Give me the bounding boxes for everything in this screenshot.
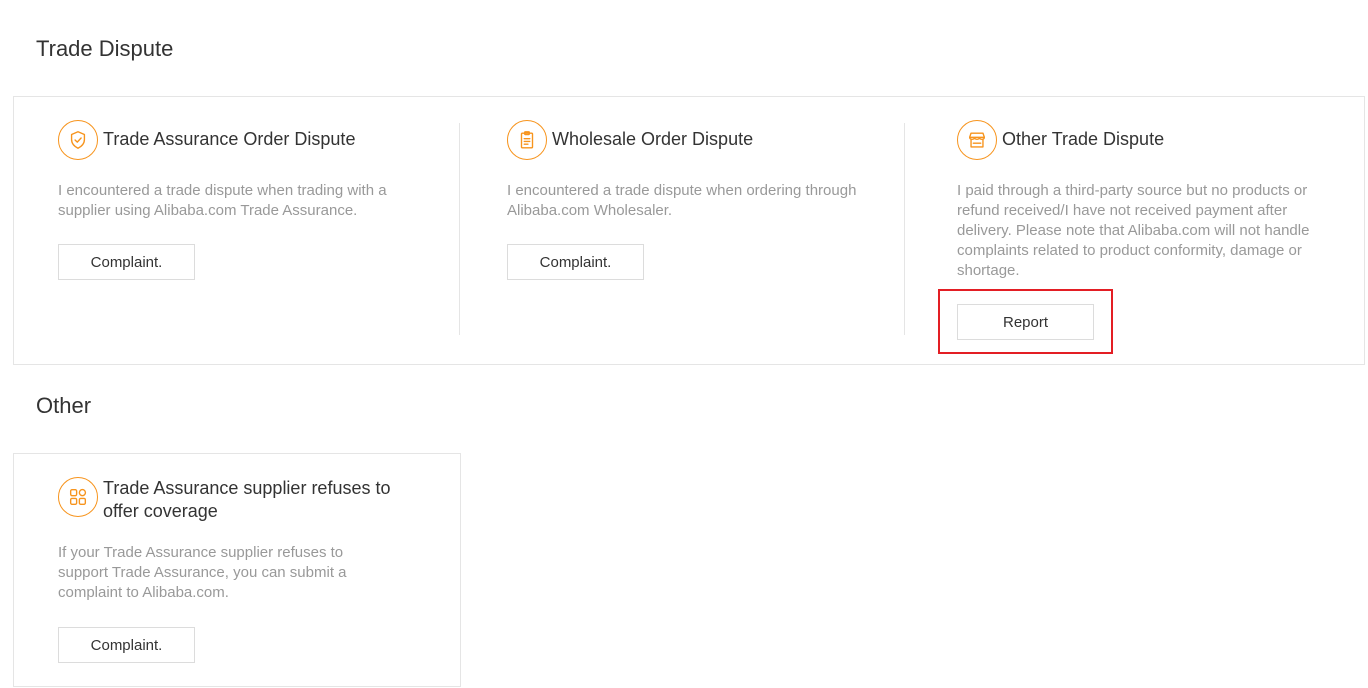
shield-check-icon — [58, 120, 98, 160]
card-wholesale-order-dispute: Wholesale Order Dispute I encountered a … — [507, 120, 907, 350]
card-description: I encountered a trade dispute when tradi… — [58, 182, 387, 219]
card-supplier-refuses-coverage: Trade Assurance supplier refuses to offe… — [58, 477, 458, 687]
card-title: Wholesale Order Dispute — [552, 129, 754, 149]
complaint-button[interactable]: Complaint. — [58, 244, 195, 280]
trade-dispute-panel: Trade Assurance Order Dispute I encounte… — [13, 96, 1365, 365]
complaint-button[interactable]: Complaint. — [58, 627, 195, 663]
card-trade-assurance-order-dispute: Trade Assurance Order Dispute I encounte… — [58, 120, 458, 350]
other-panel: Trade Assurance supplier refuses to offe… — [13, 453, 461, 687]
card-title: Trade Assurance supplier refuses to offe… — [103, 478, 391, 521]
section-title-other: Other — [36, 393, 92, 418]
clipboard-icon — [507, 120, 547, 160]
card-title: Trade Assurance Order Dispute — [103, 129, 356, 149]
report-highlight-box — [938, 289, 1113, 354]
storefront-icon — [957, 120, 997, 160]
column-divider — [459, 123, 460, 335]
section-title-trade-dispute: Trade Dispute — [36, 36, 174, 61]
card-title: Other Trade Dispute — [1002, 129, 1165, 149]
card-description: I paid through a third-party source but … — [957, 182, 1310, 279]
card-description: I encountered a trade dispute when order… — [507, 182, 857, 219]
card-description: If your Trade Assurance supplier refuses… — [58, 544, 347, 601]
grid-apps-icon — [58, 477, 98, 517]
complaint-button[interactable]: Complaint. — [507, 244, 644, 280]
